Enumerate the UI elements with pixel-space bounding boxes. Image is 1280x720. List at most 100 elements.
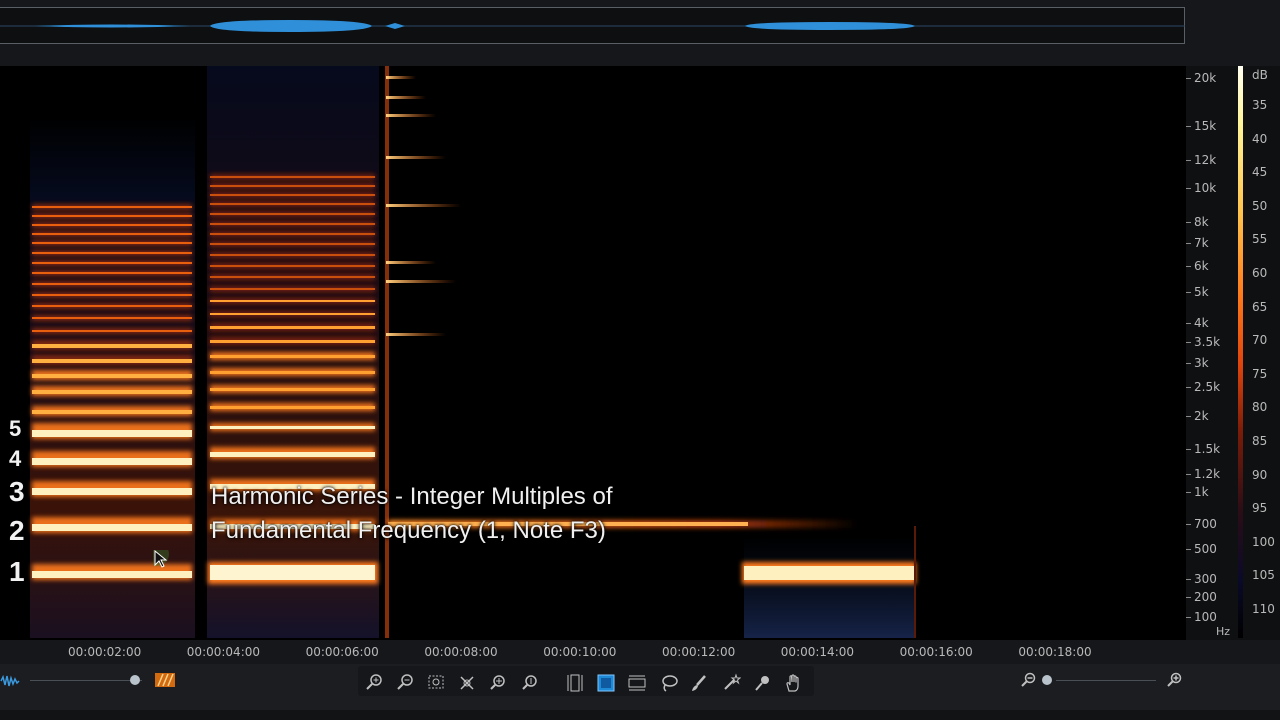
freq-tick xyxy=(1186,266,1191,267)
waveform-spectrogram-blend-slider[interactable] xyxy=(30,680,142,681)
magic-wand-icon[interactable] xyxy=(718,670,744,696)
harmonic-band xyxy=(210,371,375,374)
spectrogram-view-icon[interactable] xyxy=(154,672,176,688)
freq-tick xyxy=(1186,160,1191,161)
harmonic-band xyxy=(210,243,375,245)
caption-overlay: Harmonic Series - Integer Multiples of F… xyxy=(211,480,731,548)
freq-tick xyxy=(1186,222,1191,223)
harmonic-label-1: 1 xyxy=(9,556,25,587)
freq-tick-label: 1.2k xyxy=(1194,467,1221,481)
status-strip xyxy=(0,710,1280,720)
freq-tick-label: 12k xyxy=(1194,153,1217,167)
harmonic-band xyxy=(32,488,192,495)
freq-tick-label: 5k xyxy=(1194,285,1209,299)
freq-tick-label: 1k xyxy=(1194,485,1209,499)
zoom-in-freq-icon[interactable] xyxy=(485,670,511,696)
brush-icon[interactable] xyxy=(686,670,712,696)
freq-tick xyxy=(1186,579,1191,580)
freq-tick xyxy=(1186,342,1191,343)
db-tick-label: 100 xyxy=(1252,534,1275,549)
db-tick-label: 75 xyxy=(1252,366,1268,381)
zoom-in-icon[interactable] xyxy=(1166,672,1182,688)
transient-band xyxy=(386,114,436,117)
overview-waveform-panel[interactable] xyxy=(0,0,1280,66)
harmonic-band xyxy=(32,524,192,531)
harmonic-selection-icon[interactable] xyxy=(750,670,776,696)
freq-tick-label: 8k xyxy=(1194,215,1209,229)
zoom-in-time-icon[interactable] xyxy=(361,670,387,696)
transient-band xyxy=(386,280,456,283)
harmonic-band xyxy=(210,194,375,196)
freq-tick-label: 300 xyxy=(1194,572,1217,586)
hand-icon[interactable] xyxy=(780,670,806,696)
spectrogram-view[interactable]: 5 4 3 2 1 Harmonic Series - Integer Mult… xyxy=(0,66,1186,638)
db-tick-label: 105 xyxy=(1252,568,1275,583)
harmonic-band xyxy=(32,344,192,348)
harmonic-band xyxy=(32,262,192,264)
caption-line-1: Harmonic Series - Integer Multiples of xyxy=(211,483,613,510)
freq-tick-label: 15k xyxy=(1194,119,1217,133)
overview-view-window[interactable] xyxy=(0,7,1185,44)
zoom-selection-icon[interactable] xyxy=(423,670,449,696)
time-freq-selection-icon[interactable] xyxy=(593,670,619,696)
zoom-slider-knob[interactable] xyxy=(1042,675,1052,685)
harmonic-band xyxy=(32,430,192,437)
harmonic-band xyxy=(210,176,375,178)
zoom-out-freq-icon[interactable] xyxy=(517,670,543,696)
harmonic-label-2: 2 xyxy=(9,515,25,546)
blend-slider-knob[interactable] xyxy=(130,675,140,685)
freq-tick xyxy=(1186,597,1191,598)
db-color-scale: dB 35 40 45 50 55 60 65 70 75 80 85 90 95 100 105 110 xyxy=(1236,66,1280,640)
harmonic-band xyxy=(32,330,192,332)
harmonic-band xyxy=(32,305,192,307)
harmonic-band xyxy=(32,458,192,465)
harmonic-band xyxy=(32,242,192,244)
time-ruler[interactable]: 00:00:02:00 00:00:04:00 00:00:06:00 00:00:0… xyxy=(0,640,1280,664)
freq-tick xyxy=(1186,449,1191,450)
time-tick-label: 00:00:06:00 xyxy=(305,645,379,659)
db-tick-label: 55 xyxy=(1252,232,1268,247)
time-selection-icon[interactable] xyxy=(562,670,588,696)
zoom-out-icon[interactable] xyxy=(1020,672,1036,688)
freq-tick xyxy=(1186,243,1191,244)
freq-selection-icon[interactable] xyxy=(624,670,650,696)
harmonic-band xyxy=(210,313,375,315)
harmonic-band xyxy=(210,265,375,267)
lasso-icon[interactable] xyxy=(656,670,682,696)
transient-band xyxy=(386,96,426,99)
freq-tick-label: 7k xyxy=(1194,236,1209,250)
transient-band xyxy=(386,333,446,336)
harmonic-band xyxy=(32,317,192,319)
voice-harmonics xyxy=(32,204,192,580)
waveform-view-icon[interactable] xyxy=(0,674,20,688)
transient-band xyxy=(386,156,446,159)
freq-tick xyxy=(1186,474,1191,475)
freq-tick-label: 1.5k xyxy=(1194,442,1221,456)
db-unit-label: dB xyxy=(1252,68,1268,82)
time-tick-label: 00:00:04:00 xyxy=(186,645,261,659)
zoom-out-time-icon[interactable] xyxy=(392,670,418,696)
freq-tick xyxy=(1186,492,1191,493)
freq-tick xyxy=(1186,524,1191,525)
db-tick-label: 65 xyxy=(1252,299,1268,314)
freq-unit-label: Hz xyxy=(1216,625,1231,638)
freq-tick xyxy=(1186,617,1191,618)
db-tick-label: 35 xyxy=(1252,98,1268,112)
freq-tick xyxy=(1186,292,1191,293)
freq-tick-label: 10k xyxy=(1194,181,1217,195)
freq-tick-label: 3.5k xyxy=(1194,335,1221,349)
db-tick-label: 90 xyxy=(1252,467,1268,482)
transient-harmonics xyxy=(386,76,461,336)
freq-tick xyxy=(1186,549,1191,550)
time-tick-label: 00:00:14:00 xyxy=(780,645,855,659)
harmonic-band xyxy=(32,233,192,235)
harmonic-band xyxy=(32,206,192,208)
harmonic-band xyxy=(32,215,192,217)
harmonic-band xyxy=(210,388,375,391)
freq-tick xyxy=(1186,78,1191,79)
db-tick-label: 110 xyxy=(1252,602,1275,616)
zoom-slider[interactable] xyxy=(1056,680,1156,681)
zoom-fit-icon[interactable] xyxy=(454,670,480,696)
overview-waveform xyxy=(0,20,1185,32)
harmonic-band xyxy=(32,374,192,378)
